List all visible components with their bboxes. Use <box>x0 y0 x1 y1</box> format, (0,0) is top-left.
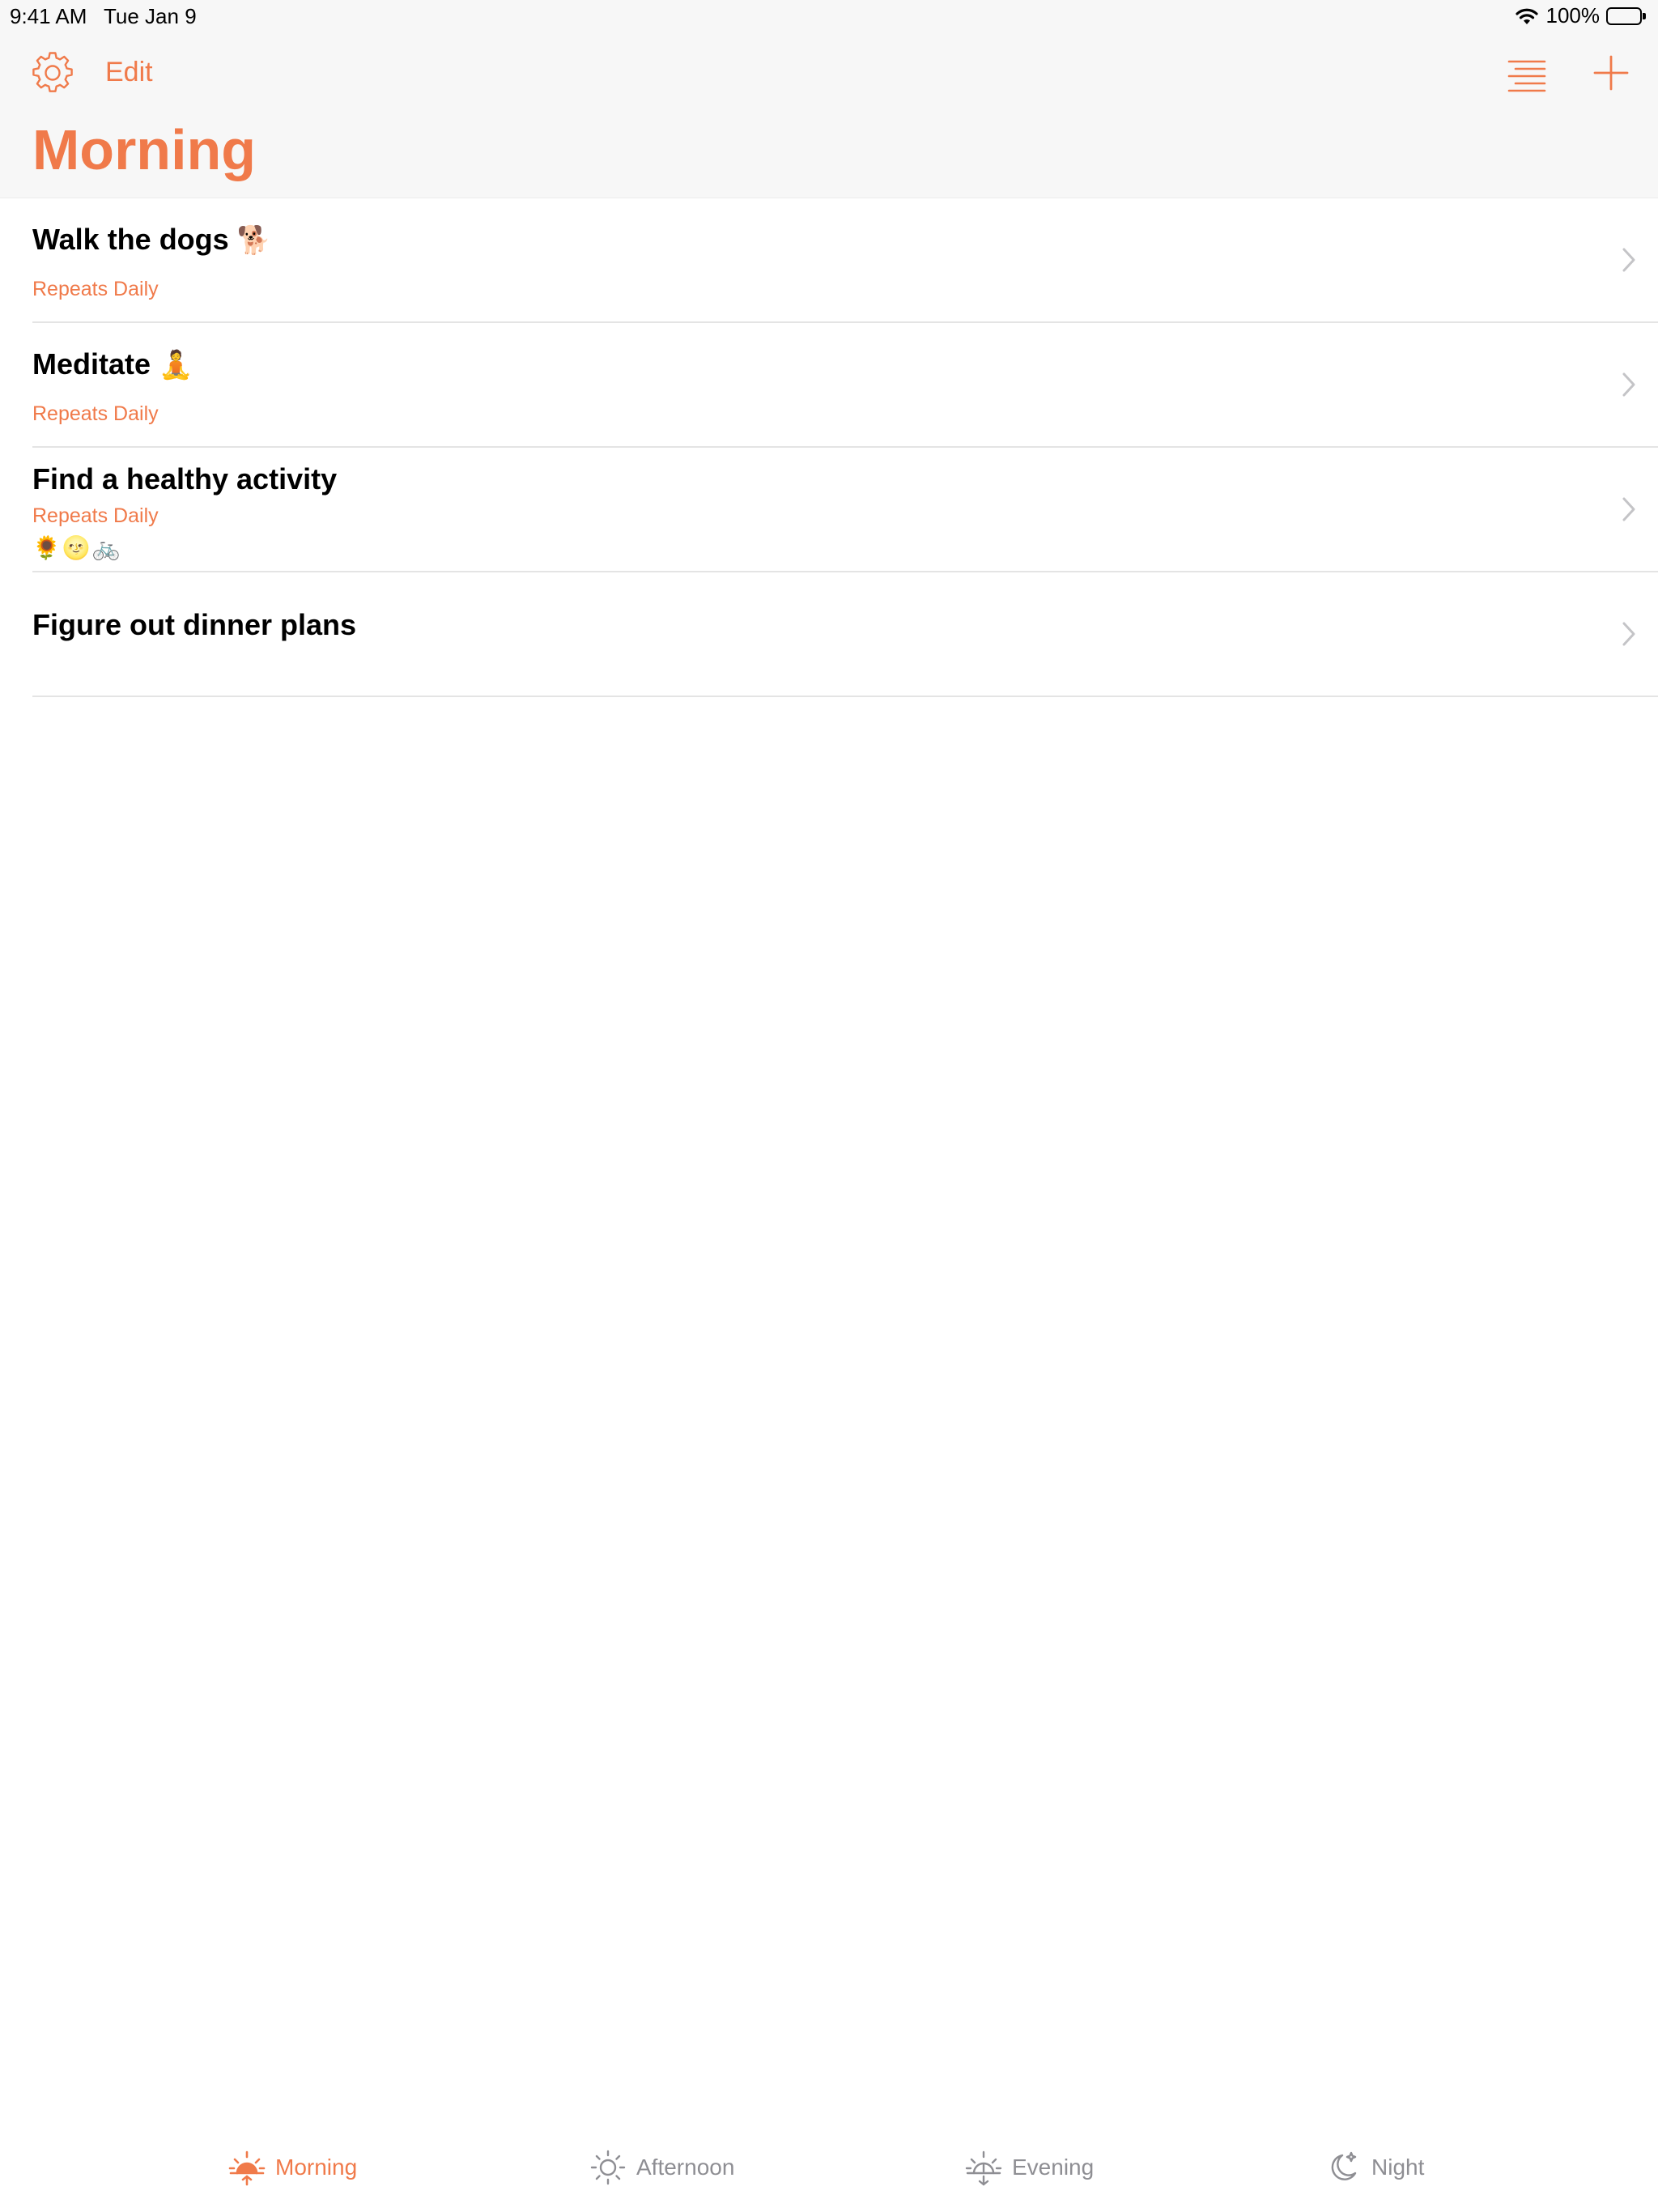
task-title-text: Walk the dogs <box>32 223 229 256</box>
task-repeat-label: Repeats Daily <box>32 504 159 527</box>
task-repeat-label: Repeats Daily <box>32 278 159 300</box>
tab-label: Night <box>1371 2155 1425 2180</box>
tab-label: Evening <box>1012 2155 1095 2180</box>
task-title: Find a healthy activity <box>32 462 337 496</box>
sort-button[interactable] <box>1506 53 1548 96</box>
chevron-right-icon <box>1621 496 1637 522</box>
status-bar: 9:41 AM Tue Jan 9 100% <box>0 0 1658 32</box>
edit-button[interactable]: Edit <box>105 57 153 88</box>
battery-percent: 100% <box>1545 3 1601 28</box>
task-title: Figure out dinner plans <box>32 608 356 642</box>
status-indicators: 100% <box>1514 3 1647 28</box>
navigation-bar: Edit Morning <box>0 32 1658 198</box>
dog-emoji: 🐕 <box>236 225 272 256</box>
add-button[interactable] <box>1588 50 1634 96</box>
task-title: Meditate 🧘 <box>32 347 193 381</box>
moon-stars-icon <box>1331 2151 1357 2180</box>
settings-button[interactable] <box>29 49 76 96</box>
gear-icon <box>32 52 73 92</box>
task-row[interactable]: Find a healthy activity Repeats Daily 🌻🌝… <box>32 448 1658 572</box>
task-row[interactable]: Figure out dinner plans <box>32 572 1658 697</box>
tab-label: Afternoon <box>636 2155 735 2180</box>
sort-lines-icon <box>1507 60 1546 92</box>
plus-icon <box>1593 55 1629 91</box>
tab-night[interactable]: Night <box>1324 2149 1424 2186</box>
task-repeat-label: Repeats Daily <box>32 402 159 425</box>
sunset-icon <box>965 2150 1002 2186</box>
wifi-icon <box>1514 6 1540 26</box>
status-date: Tue Jan 9 <box>104 4 197 28</box>
chevron-right-icon <box>1621 621 1637 647</box>
app-screen: 9:41 AM Tue Jan 9 100% Edit Morning Walk… <box>0 0 1658 2212</box>
tab-label: Morning <box>275 2155 358 2180</box>
page-title: Morning <box>32 118 257 181</box>
tab-evening[interactable]: Evening <box>965 2149 1094 2186</box>
meditation-emoji: 🧘 <box>159 350 193 381</box>
sunrise-icon <box>228 2150 266 2186</box>
chevron-right-icon <box>1621 247 1637 273</box>
chevron-right-icon <box>1621 372 1637 398</box>
task-notes-emoji: 🌻🌝🚲 <box>32 535 122 560</box>
task-title-text: Meditate <box>32 347 151 381</box>
tab-bar: Morning Afternoon Evening Night <box>0 2131 1658 2212</box>
task-list: Walk the dogs 🐕 Repeats Daily Meditate 🧘… <box>0 198 1658 697</box>
task-row[interactable]: Meditate 🧘 Repeats Daily <box>32 323 1658 448</box>
task-row[interactable]: Walk the dogs 🐕 Repeats Daily <box>32 198 1658 323</box>
tab-afternoon[interactable]: Afternoon <box>589 2149 734 2186</box>
task-title-text: Find a healthy activity <box>32 462 338 496</box>
task-title: Walk the dogs 🐕 <box>32 223 271 257</box>
status-time: 9:41 AM <box>10 4 87 28</box>
battery-icon <box>1606 6 1647 25</box>
tab-morning[interactable]: Morning <box>228 2149 357 2186</box>
task-title-text: Figure out dinner plans <box>32 608 357 641</box>
sun-icon <box>590 2150 626 2185</box>
